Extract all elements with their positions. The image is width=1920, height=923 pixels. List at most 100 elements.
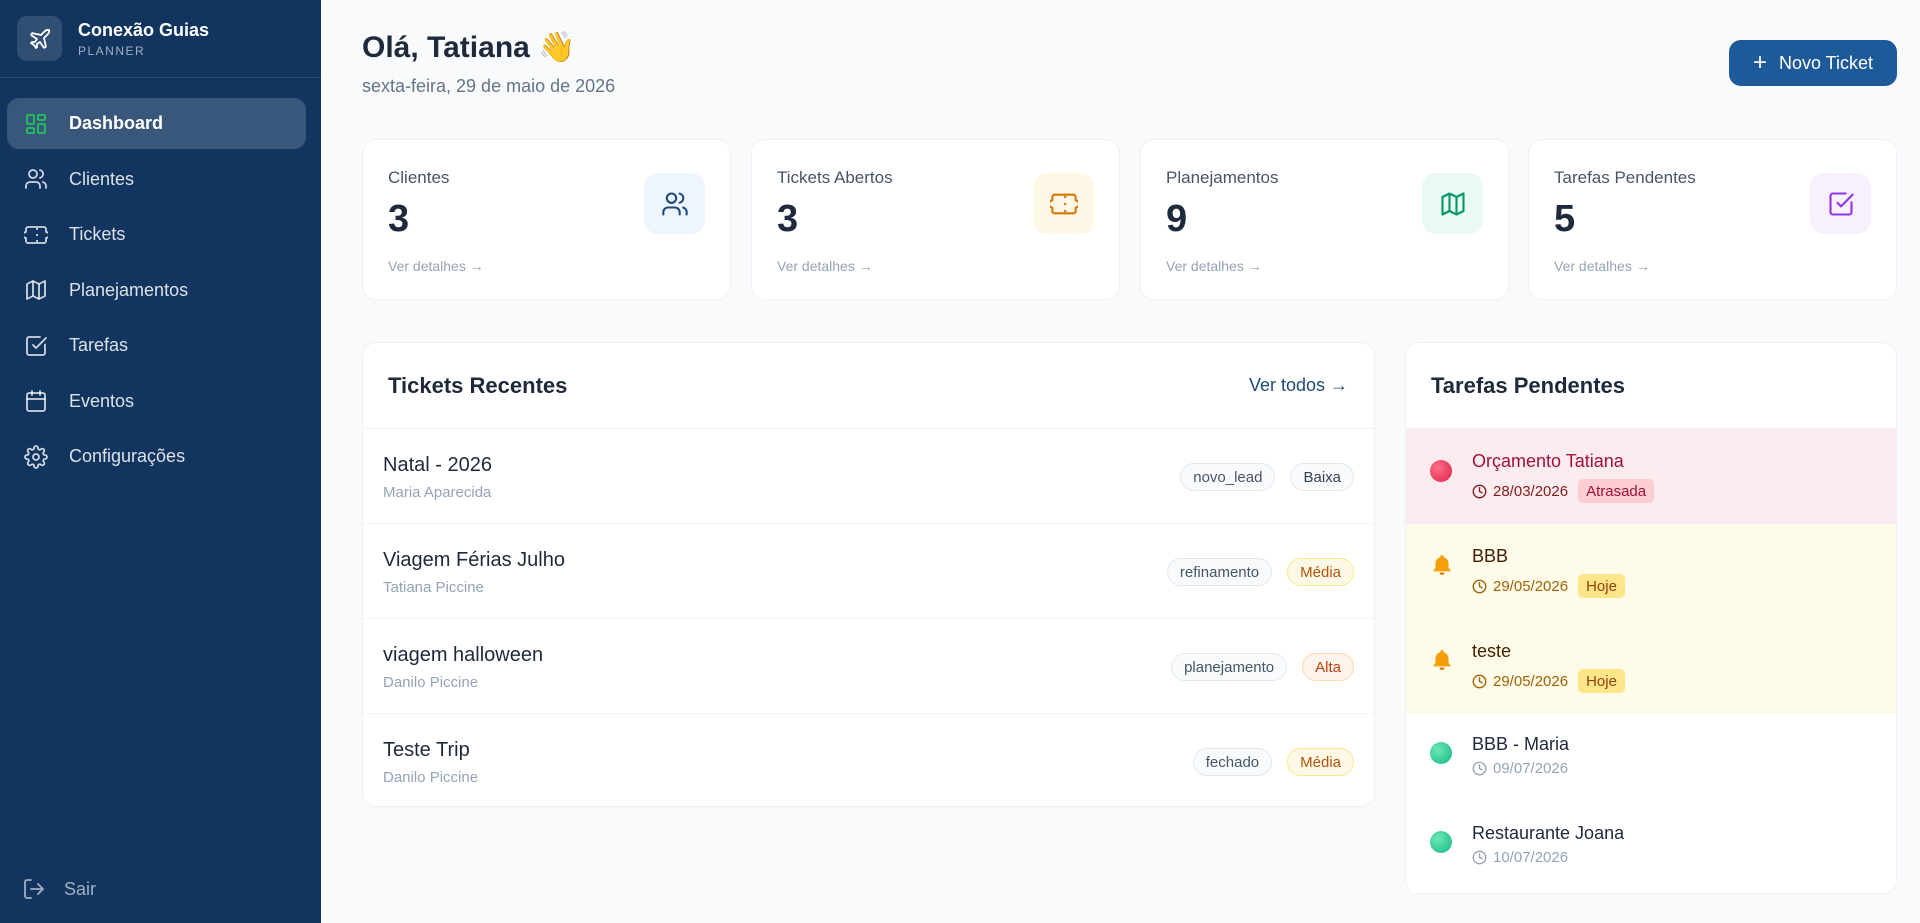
calendar-icon: [23, 388, 49, 414]
ticket-client: Danilo Piccine: [383, 674, 479, 691]
table-row[interactable]: viagem halloween Danilo Piccine planejam…: [363, 619, 1374, 714]
brand: Conexão Guias PLANNER: [0, 0, 321, 78]
today-badge: Hoje: [1578, 669, 1625, 693]
sidebar-item-clientes[interactable]: Clientes: [7, 154, 306, 205]
ticket-client: Danilo Piccine: [383, 769, 479, 786]
table-row[interactable]: Teste Trip Danilo Piccine fechado Média: [363, 714, 1374, 806]
task-date: 29/05/2026: [1493, 672, 1569, 690]
list-item[interactable]: teste 29/05/2026 Hoje: [1406, 619, 1896, 714]
ticket-icon: [23, 222, 49, 248]
stat-label: Tickets Abertos: [777, 168, 893, 187]
table-row[interactable]: Viagem Férias Julho Tatiana Piccine refi…: [363, 524, 1374, 619]
sidebar-item-label: Configurações: [69, 446, 186, 466]
clock-icon: [1472, 761, 1487, 776]
stat-value: 3: [388, 198, 410, 240]
stat-value: 3: [777, 198, 799, 240]
overdue-dot-icon: [1430, 460, 1452, 482]
list-item[interactable]: BBB 29/05/2026 Hoje: [1406, 524, 1896, 619]
task-date: 28/03/2026: [1493, 482, 1569, 500]
ticket-client: Tatiana Piccine: [383, 579, 484, 596]
stat-value: 9: [1166, 198, 1188, 240]
stat-details-link[interactable]: Ver detalhes →: [1554, 258, 1650, 274]
users-icon: [644, 173, 705, 234]
task-date: 10/07/2026: [1493, 849, 1569, 866]
stat-details-link[interactable]: Ver detalhes →: [1166, 258, 1262, 274]
pending-tasks-title: Tarefas Pendentes: [1431, 373, 1626, 398]
sidebar-item-configuracoes[interactable]: Configurações: [7, 431, 306, 482]
status-badge: novo_lead: [1180, 463, 1276, 491]
clock-icon: [1472, 579, 1487, 593]
sidebar-item-eventos[interactable]: Eventos: [7, 376, 306, 427]
sidebar-item-label: Tickets: [69, 224, 126, 244]
brand-subtitle: PLANNER: [78, 44, 146, 58]
ticket-title: viagem halloween: [383, 644, 544, 666]
logout-icon: [22, 876, 48, 902]
sidebar-item-tickets[interactable]: Tickets: [7, 209, 306, 260]
current-date: sexta-feira, 29 de maio de 2026: [362, 76, 616, 96]
status-badge: refinamento: [1166, 558, 1273, 586]
table-row[interactable]: Natal - 2026 Maria Aparecida novo_lead B…: [363, 429, 1374, 524]
stat-card-clientes: Clientes 3 Ver detalhes →: [362, 139, 731, 300]
bell-icon: [1433, 555, 1451, 575]
sidebar-item-planejamentos[interactable]: Planejamentos: [7, 265, 306, 316]
task-title: Restaurante Joana: [1472, 823, 1625, 843]
list-item[interactable]: Orçamento Tatiana 28/03/2026 Atrasada: [1406, 429, 1896, 524]
brand-name: Conexão Guias: [78, 20, 210, 40]
priority-badge: Baixa: [1290, 463, 1354, 491]
sidebar-item-dashboard[interactable]: Dashboard: [7, 98, 306, 149]
sidebar-item-label: Planejamentos: [69, 279, 189, 300]
task-title: teste: [1472, 641, 1512, 661]
sidebar-item-label: Clientes: [69, 168, 135, 189]
task-title: Orçamento Tatiana: [1472, 451, 1624, 471]
ticket-title: Viagem Férias Julho: [383, 549, 565, 571]
sidebar-item-label: Dashboard: [69, 113, 164, 133]
stat-details-link[interactable]: Ver detalhes →: [777, 258, 873, 274]
ticket-icon: [1033, 173, 1094, 234]
stat-value: 5: [1554, 198, 1576, 240]
bell-icon: [1433, 650, 1451, 670]
map-icon: [23, 277, 49, 303]
new-ticket-button[interactable]: + Novo Ticket: [1729, 40, 1897, 86]
scheduled-dot-icon: [1430, 742, 1452, 764]
sidebar-item-label: Tarefas: [69, 335, 129, 355]
clock-icon: [1472, 484, 1487, 498]
logout-button[interactable]: Sair: [22, 876, 96, 902]
list-item[interactable]: Restaurante Joana 10/07/2026: [1406, 803, 1896, 892]
plus-icon: +: [1752, 49, 1767, 76]
priority-badge: Média: [1287, 748, 1354, 776]
priority-badge: Alta: [1302, 653, 1354, 681]
task-title: BBB: [1472, 546, 1509, 566]
dashboard-grid-icon: [23, 111, 49, 137]
stat-card-planejamentos: Planejamentos 9 Ver detalhes →: [1140, 139, 1509, 300]
status-badge: fechado: [1192, 748, 1273, 776]
overdue-badge: Atrasada: [1578, 479, 1655, 503]
scheduled-dot-icon: [1430, 831, 1452, 853]
task-date: 09/07/2026: [1493, 760, 1569, 777]
users-icon: [23, 166, 49, 192]
logout-label: Sair: [64, 878, 97, 899]
recent-tickets-title: Tickets Recentes: [388, 373, 568, 398]
map-icon: [1422, 173, 1483, 234]
stat-label: Tarefas Pendentes: [1554, 168, 1696, 187]
stat-label: Planejamentos: [1166, 168, 1279, 187]
sidebar-item-tarefas[interactable]: Tarefas: [7, 320, 306, 371]
status-badge: planejamento: [1171, 653, 1288, 681]
ticket-client: Maria Aparecida: [383, 484, 492, 501]
plane-icon: [17, 16, 62, 61]
list-item[interactable]: BBB - Maria 09/07/2026: [1406, 714, 1896, 803]
stat-card-tickets-abertos: Tickets Abertos 3 Ver detalhes →: [751, 139, 1120, 300]
pending-tasks-panel: Tarefas Pendentes Orçamento Tatiana 28/0…: [1405, 342, 1897, 894]
clock-icon: [1472, 850, 1487, 865]
ticket-title: Teste Trip: [383, 739, 470, 761]
task-title: BBB - Maria: [1472, 734, 1570, 754]
see-all-tickets-link[interactable]: Ver todos →: [1249, 375, 1348, 396]
task-date: 29/05/2026: [1493, 577, 1569, 595]
stat-card-tarefas-pendentes: Tarefas Pendentes 5 Ver detalhes →: [1528, 139, 1897, 300]
sidebar-nav: Dashboard Clientes Tickets Planejamentos…: [0, 78, 321, 482]
sidebar-item-label: Eventos: [69, 390, 135, 411]
ticket-title: Natal - 2026: [383, 454, 492, 476]
stat-details-link[interactable]: Ver detalhes →: [388, 258, 484, 274]
today-badge: Hoje: [1578, 574, 1625, 598]
sidebar: Conexão Guias PLANNER Dashboard Clientes…: [0, 0, 321, 923]
recent-tickets-panel: Tickets Recentes Ver todos → Natal - 202…: [362, 342, 1375, 807]
